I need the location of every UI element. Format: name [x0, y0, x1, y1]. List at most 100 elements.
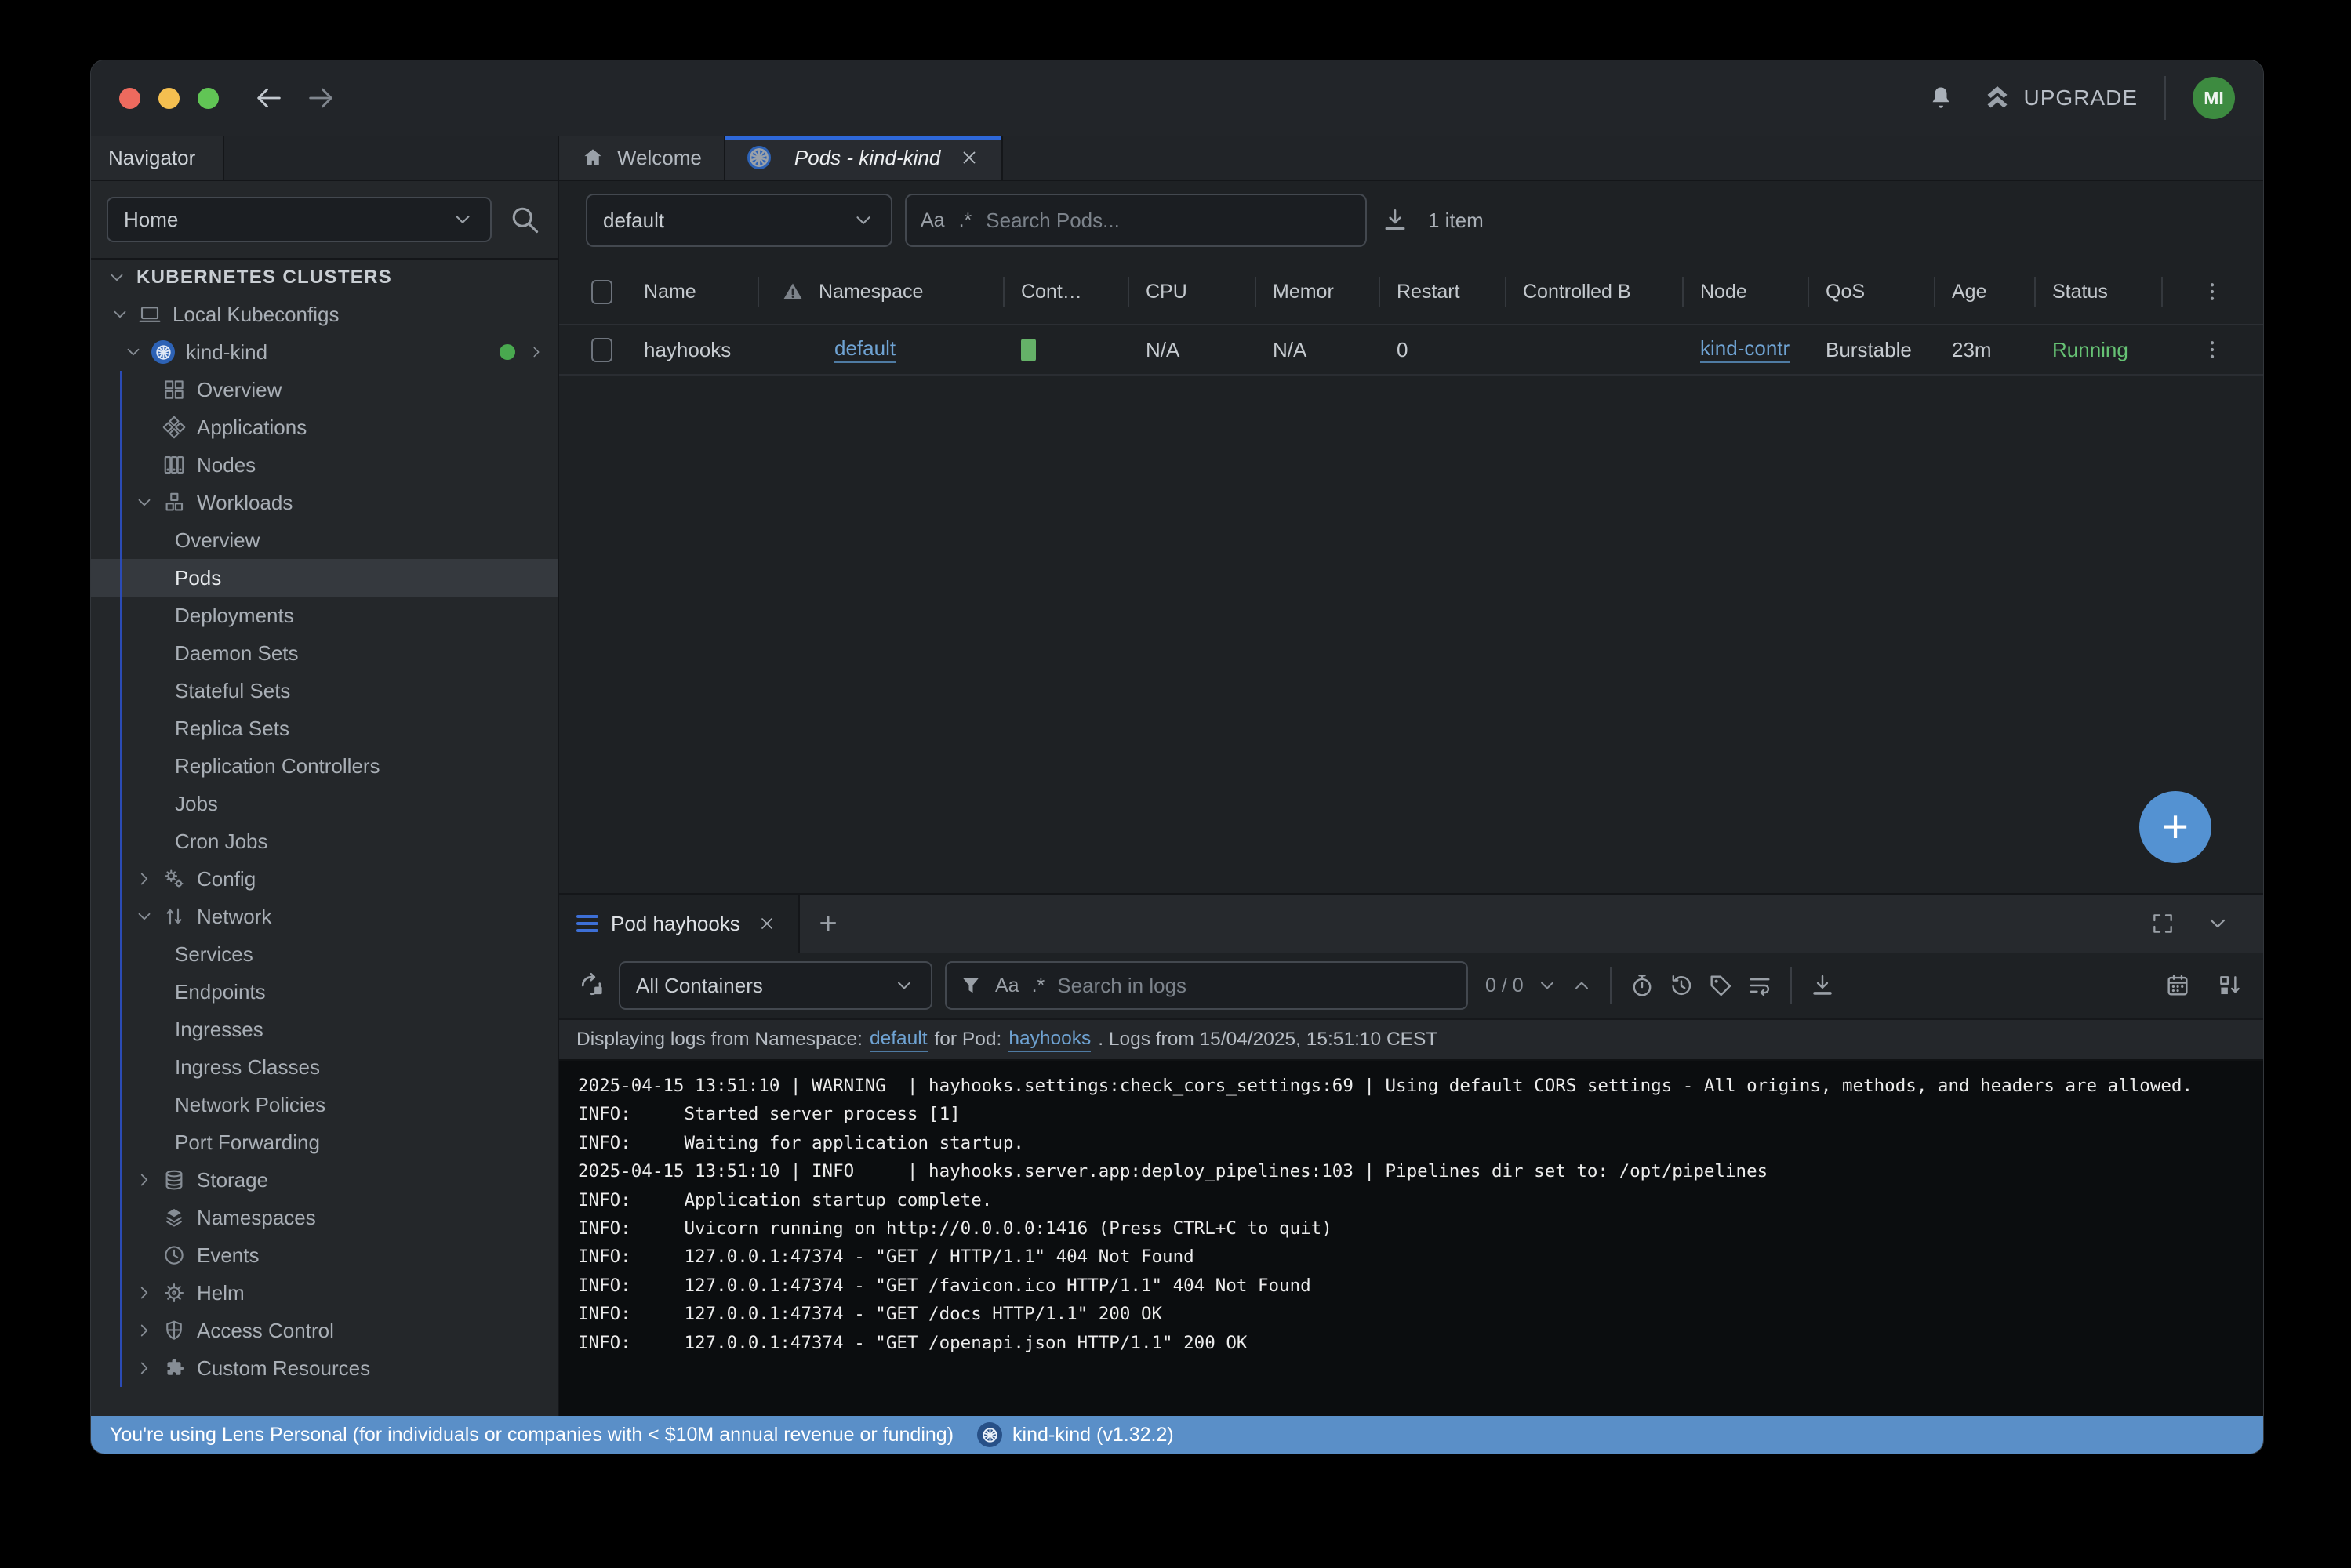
chevron-down-icon[interactable] [123, 342, 144, 362]
sidebar-item-replica-sets[interactable]: Replica Sets [91, 710, 558, 747]
previous-match-icon[interactable] [1571, 975, 1593, 996]
sidebar-item-overview[interactable]: Overview [91, 521, 558, 559]
logs-search-box[interactable]: Aa .* [945, 961, 1468, 1010]
column-header-age[interactable]: Age [1934, 260, 2034, 324]
chevron-right-icon[interactable] [134, 869, 154, 889]
sidebar-item-deployments[interactable]: Deployments [91, 597, 558, 634]
namespace-link[interactable]: default [834, 336, 896, 363]
sidebar-item-events[interactable]: Events [91, 1236, 558, 1274]
sidebar-item-ingress-classes[interactable]: Ingress Classes [91, 1048, 558, 1086]
kebab-menu-icon[interactable] [2200, 338, 2224, 361]
column-header-menu[interactable] [2161, 260, 2263, 324]
sidebar-item-config[interactable]: Config [91, 860, 558, 898]
sidebar-item-kind-kind[interactable]: kind-kind [91, 333, 558, 371]
sidebar-item-namespaces[interactable]: Namespaces [91, 1199, 558, 1236]
match-case-icon[interactable]: Aa [995, 975, 1019, 997]
sidebar-item-storage[interactable]: Storage [91, 1161, 558, 1199]
user-avatar[interactable]: MI [2193, 77, 2235, 119]
chevron-down-icon[interactable] [110, 304, 130, 325]
chevron-right-icon[interactable] [134, 1170, 154, 1190]
chevron-right-icon[interactable] [134, 1358, 154, 1378]
column-header-qos[interactable]: QoS [1808, 260, 1934, 324]
chevron-down-icon[interactable] [134, 492, 154, 513]
sidebar-item-ingresses[interactable]: Ingresses [91, 1011, 558, 1048]
notifications-bell-icon[interactable] [1927, 84, 1955, 112]
back-button[interactable] [253, 82, 285, 114]
tab-welcome[interactable]: Welcome [559, 136, 725, 180]
column-header-namespace[interactable]: Namespace [758, 260, 1003, 324]
sidebar-item-pods[interactable]: Pods [91, 559, 558, 597]
sidebar-item-cron-jobs[interactable]: Cron Jobs [91, 822, 558, 860]
chevron-right-icon[interactable] [528, 343, 545, 361]
sidebar-item-daemon-sets[interactable]: Daemon Sets [91, 634, 558, 672]
pods-search-box[interactable]: Aa .* [905, 194, 1367, 247]
kebab-menu-icon[interactable] [2200, 280, 2224, 303]
word-wrap-icon[interactable] [1746, 972, 1773, 999]
forward-button[interactable] [305, 82, 336, 114]
column-header-node[interactable]: Node [1682, 260, 1808, 324]
previous-logs-icon[interactable] [1668, 972, 1695, 999]
regex-icon[interactable]: .* [959, 209, 972, 232]
sidebar-item-local-kubeconfigs[interactable]: Local Kubeconfigs [91, 296, 558, 333]
namespace-select[interactable]: default [586, 194, 892, 247]
column-header-memory[interactable]: Memor [1255, 260, 1379, 324]
minimize-window-button[interactable] [158, 88, 180, 109]
new-dock-tab-button[interactable]: + [800, 895, 856, 953]
sidebar-item-port-forwarding[interactable]: Port Forwarding [91, 1123, 558, 1161]
column-header-status[interactable]: Status [2034, 260, 2161, 324]
close-tab-icon[interactable] [758, 914, 776, 933]
sidebar-item-stateful-sets[interactable]: Stateful Sets [91, 672, 558, 710]
pods-search-input[interactable] [986, 209, 1351, 233]
close-tab-icon[interactable] [959, 147, 979, 168]
match-case-icon[interactable]: Aa [921, 209, 945, 232]
calendar-icon[interactable] [2164, 972, 2191, 999]
filter-icon[interactable] [959, 974, 983, 997]
collapse-dock-icon[interactable] [2205, 911, 2230, 936]
row-checkbox[interactable] [591, 338, 612, 362]
show-timestamps-icon[interactable] [1629, 972, 1655, 999]
regex-icon[interactable]: .* [1032, 975, 1045, 997]
pod-row-hayhooks[interactable]: hayhooks default N/A N/A 0 kind-contr Bu… [559, 325, 2263, 376]
container-select[interactable]: All Containers [619, 961, 932, 1010]
pod-link[interactable]: hayhooks [1008, 1028, 1091, 1052]
dock-tab-pod-hayhooks[interactable]: Pod hayhooks [559, 895, 800, 953]
sidebar-item-overview[interactable]: Overview [91, 371, 558, 408]
column-header-name[interactable]: Name [628, 260, 758, 324]
column-header-cpu[interactable]: CPU [1128, 260, 1255, 324]
column-header-containers[interactable]: Cont… [1003, 260, 1128, 324]
logs-output[interactable]: 2025-04-15 13:51:10 | WARNING | hayhooks… [559, 1061, 2263, 1416]
sidebar-item-applications[interactable]: Applications [91, 408, 558, 446]
tree-group-kubernetes-clusters[interactable]: KUBERNETES CLUSTERS [91, 260, 558, 296]
close-window-button[interactable] [119, 88, 140, 109]
sidebar-item-replication-controllers[interactable]: Replication Controllers [91, 747, 558, 785]
sidebar-item-nodes[interactable]: Nodes [91, 446, 558, 484]
upgrade-button[interactable]: UPGRADE [1982, 82, 2138, 114]
chevron-right-icon[interactable] [134, 1283, 154, 1303]
expand-dock-icon[interactable] [2150, 911, 2175, 936]
sidebar-item-endpoints[interactable]: Endpoints [91, 973, 558, 1011]
maximize-window-button[interactable] [198, 88, 219, 109]
chevron-right-icon[interactable] [134, 1320, 154, 1341]
node-link[interactable]: kind-contr [1700, 336, 1790, 363]
tab-pods-kind-kind[interactable]: Pods - kind-kind [725, 136, 1003, 180]
column-header-restarts[interactable]: Restart [1379, 260, 1505, 324]
sidebar-item-network-policies[interactable]: Network Policies [91, 1086, 558, 1123]
sidebar-item-helm[interactable]: Helm [91, 1274, 558, 1312]
sidebar-item-jobs[interactable]: Jobs [91, 785, 558, 822]
sidebar-item-custom-resources[interactable]: Custom Resources [91, 1349, 558, 1387]
download-icon[interactable] [1381, 206, 1409, 234]
next-match-icon[interactable] [1536, 975, 1558, 996]
column-header-controlled-by[interactable]: Controlled B [1505, 260, 1682, 324]
cluster-chip[interactable]: kind-kind (v1.32.2) [977, 1422, 1174, 1447]
scroll-to-bottom-icon[interactable] [2216, 972, 2243, 999]
select-all-checkbox[interactable] [591, 280, 612, 304]
sidebar-item-access-control[interactable]: Access Control [91, 1312, 558, 1349]
sidebar-item-workloads[interactable]: Workloads [91, 484, 558, 521]
download-logs-icon[interactable] [1809, 972, 1836, 999]
pod-row-menu[interactable] [2161, 325, 2263, 374]
hotbar-select[interactable]: Home [107, 197, 492, 242]
add-resource-button[interactable]: + [2139, 791, 2211, 863]
search-icon[interactable] [507, 202, 542, 237]
sidebar-item-network[interactable]: Network [91, 898, 558, 935]
logs-search-input[interactable] [1057, 974, 1454, 998]
